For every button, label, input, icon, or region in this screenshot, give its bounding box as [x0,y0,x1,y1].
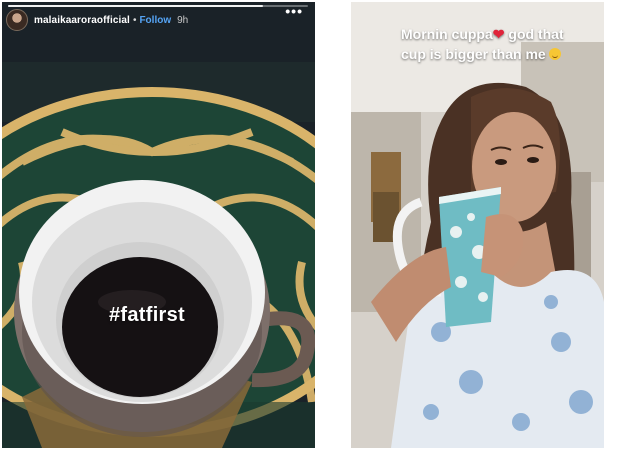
separator-dot: • [132,14,137,26]
more-options-icon[interactable]: ••• [285,4,303,18]
story-progress-bar [8,5,308,7]
story-progress-fill [8,5,263,7]
story-header: malaikaaroraofficial • Follow 9h [2,8,315,32]
coffee-cup-photo [2,2,315,448]
left-story-panel[interactable]: malaikaaroraofficial • Follow 9h ••• #fa… [2,2,315,448]
right-story-panel[interactable]: Mornin cuppa❤ god that cup is bigger tha… [351,2,604,448]
story-caption[interactable]: Mornin cuppa❤ god that cup is bigger tha… [401,24,591,64]
grinning-emoji-icon [548,48,561,60]
avatar[interactable] [6,9,28,31]
username[interactable]: malaikaaroraofficial [34,15,130,26]
heart-icon: ❤ [492,26,505,42]
follow-button[interactable]: Follow [139,15,171,26]
caption-text-part1: Mornin cuppa [401,26,493,42]
selfie-photo [351,2,604,448]
post-time: 9h [177,14,189,26]
hashtag-sticker[interactable]: #fatfirst [2,304,232,327]
